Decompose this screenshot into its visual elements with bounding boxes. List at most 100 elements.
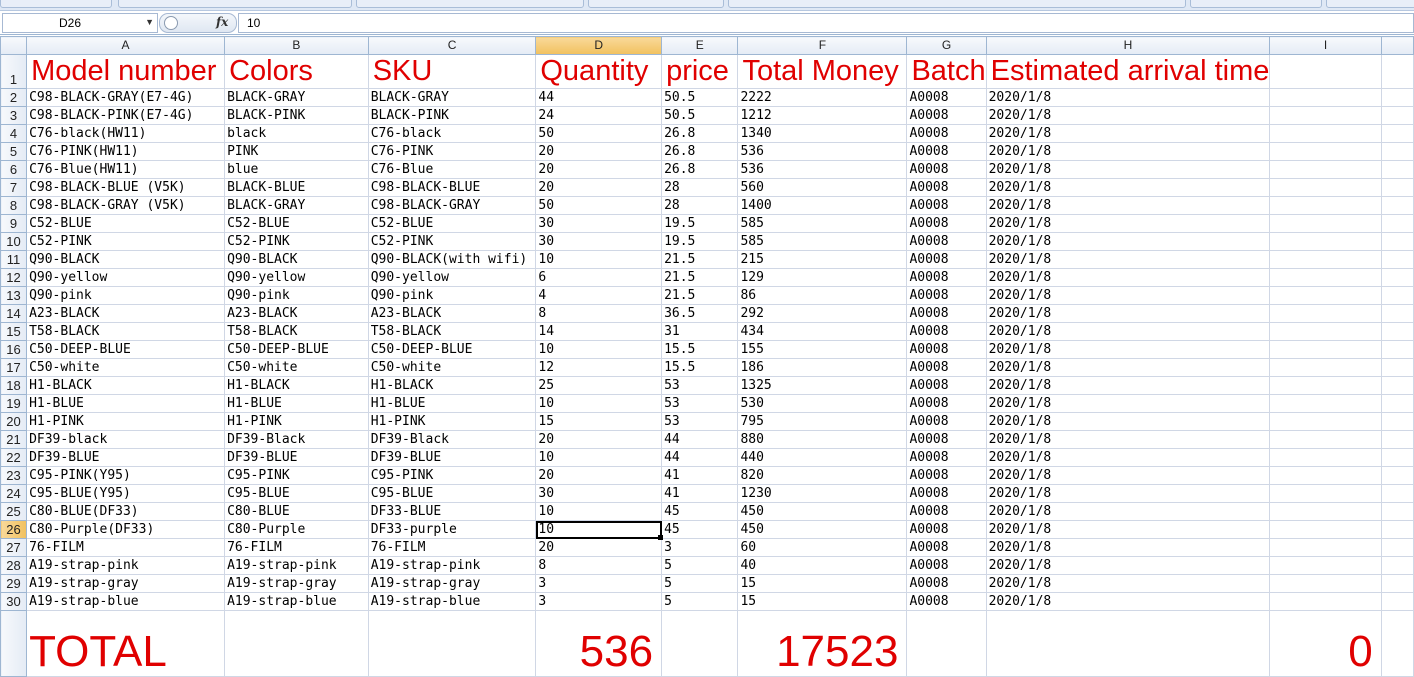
cell-d13[interactable]: 4 (535, 286, 663, 305)
cell-e9[interactable]: 19.5 (661, 214, 739, 233)
cell-a18[interactable]: H1-BLACK (26, 376, 226, 395)
cell-c2[interactable]: BLACK-GRAY (367, 88, 537, 107)
cell-19[interactable] (1380, 394, 1414, 413)
cell-e20[interactable]: 53 (661, 412, 739, 431)
cell-27[interactable] (1380, 538, 1414, 557)
cell-g24[interactable]: A0008 (906, 484, 987, 503)
cell-h12[interactable]: 2020/1/8 (985, 268, 1271, 287)
cell-f9[interactable]: 585 (737, 214, 908, 233)
row-header[interactable]: 19 (0, 394, 28, 413)
cell-g1[interactable]: Batch (906, 54, 987, 89)
cell-f21[interactable]: 880 (737, 430, 908, 449)
ribbon-group[interactable] (1190, 0, 1322, 8)
cell-f13[interactable]: 86 (737, 286, 908, 305)
cell-h8[interactable]: 2020/1/8 (985, 196, 1271, 215)
cell-d18[interactable]: 25 (535, 376, 663, 395)
cell-26[interactable] (1380, 520, 1414, 539)
cell-i19[interactable] (1269, 394, 1382, 413)
cell-d14[interactable]: 8 (535, 304, 663, 323)
cell-e6[interactable]: 26.8 (661, 160, 739, 179)
cell-30[interactable] (1380, 592, 1414, 611)
cell-d21[interactable]: 20 (535, 430, 663, 449)
cell-c18[interactable]: H1-BLACK (367, 376, 537, 395)
row-header[interactable]: 22 (0, 448, 28, 467)
cell-i13[interactable] (1269, 286, 1382, 305)
cell-d4[interactable]: 50 (535, 124, 663, 143)
cell-g15[interactable]: A0008 (906, 322, 987, 341)
cell-d1[interactable]: Quantity (535, 54, 663, 89)
cell-f7[interactable]: 560 (737, 178, 908, 197)
cell-i9[interactable] (1269, 214, 1382, 233)
cell-g22[interactable]: A0008 (906, 448, 987, 467)
cell-e28[interactable]: 5 (661, 556, 739, 575)
cell-f18[interactable]: 1325 (737, 376, 908, 395)
cell-h22[interactable]: 2020/1/8 (985, 448, 1271, 467)
cell-a16[interactable]: C50-DEEP-BLUE (26, 340, 226, 359)
cell-a19[interactable]: H1-BLUE (26, 394, 226, 413)
cell-h29[interactable]: 2020/1/8 (985, 574, 1271, 593)
cell-a3[interactable]: C98-BLACK-PINK(E7-4G) (26, 106, 226, 125)
cell-b25[interactable]: C80-BLUE (224, 502, 369, 521)
cell-b15[interactable]: T58-BLACK (224, 322, 369, 341)
cell-g16[interactable]: A0008 (906, 340, 987, 359)
cell-a14[interactable]: A23-BLACK (26, 304, 226, 323)
cell-c20[interactable]: H1-PINK (367, 412, 537, 431)
cell-c10[interactable]: C52-PINK (367, 232, 537, 251)
cell-b4[interactable]: black (224, 124, 369, 143)
cell-a-total[interactable]: TOTAL (26, 610, 226, 677)
cell-22[interactable] (1380, 448, 1414, 467)
cell-14[interactable] (1380, 304, 1414, 323)
row-header[interactable]: 7 (0, 178, 28, 197)
cell-f17[interactable]: 186 (737, 358, 908, 377)
cell-h30[interactable]: 2020/1/8 (985, 592, 1271, 611)
cell-f6[interactable]: 536 (737, 160, 908, 179)
cell-b30[interactable]: A19-strap-blue (224, 592, 369, 611)
cell-g4[interactable]: A0008 (906, 124, 987, 143)
cell-a9[interactable]: C52-BLUE (26, 214, 226, 233)
cell-i23[interactable] (1269, 466, 1382, 485)
cell-a6[interactable]: C76-Blue(HW11) (26, 160, 226, 179)
cell-e30[interactable]: 5 (661, 592, 739, 611)
row-header[interactable]: 27 (0, 538, 28, 557)
cell-b9[interactable]: C52-BLUE (224, 214, 369, 233)
cell-b22[interactable]: DF39-BLUE (224, 448, 369, 467)
cell-d9[interactable]: 30 (535, 214, 663, 233)
row-header[interactable]: 18 (0, 376, 28, 395)
cell-g6[interactable]: A0008 (906, 160, 987, 179)
cell-i8[interactable] (1269, 196, 1382, 215)
cell-d8[interactable]: 50 (535, 196, 663, 215)
cell-7[interactable] (1380, 178, 1414, 197)
cell-d26[interactable]: 10 (535, 520, 663, 539)
column-header-i[interactable]: I (1269, 36, 1382, 55)
cell-16[interactable] (1380, 340, 1414, 359)
select-all-corner[interactable] (0, 36, 28, 55)
cell-b8[interactable]: BLACK-GRAY (224, 196, 369, 215)
cell-g7[interactable]: A0008 (906, 178, 987, 197)
row-header[interactable]: 17 (0, 358, 28, 377)
cell-b17[interactable]: C50-white (224, 358, 369, 377)
cell-g13[interactable]: A0008 (906, 286, 987, 305)
column-header-a[interactable]: A (26, 36, 226, 55)
cell-b21[interactable]: DF39-Black (224, 430, 369, 449)
cell-e18[interactable]: 53 (661, 376, 739, 395)
cell-i4[interactable] (1269, 124, 1382, 143)
row-header[interactable]: 26 (0, 520, 28, 539)
cell-h20[interactable]: 2020/1/8 (985, 412, 1271, 431)
expand-handle-icon[interactable] (164, 16, 178, 30)
cell-h19[interactable]: 2020/1/8 (985, 394, 1271, 413)
cell-e3[interactable]: 50.5 (661, 106, 739, 125)
row-header[interactable]: 2 (0, 88, 28, 107)
row-header[interactable]: 14 (0, 304, 28, 323)
cell-b26[interactable]: C80-Purple (224, 520, 369, 539)
cell-h13[interactable]: 2020/1/8 (985, 286, 1271, 305)
cell-3[interactable] (1380, 106, 1414, 125)
cell-e27[interactable]: 3 (661, 538, 739, 557)
cell-c27[interactable]: 76-FILM (367, 538, 537, 557)
cell-b29[interactable]: A19-strap-gray (224, 574, 369, 593)
cell-g9[interactable]: A0008 (906, 214, 987, 233)
cell-f15[interactable]: 434 (737, 322, 908, 341)
cell-f29[interactable]: 15 (737, 574, 908, 593)
cell-a27[interactable]: 76-FILM (26, 538, 226, 557)
cell-f3[interactable]: 1212 (737, 106, 908, 125)
cell-c21[interactable]: DF39-Black (367, 430, 537, 449)
